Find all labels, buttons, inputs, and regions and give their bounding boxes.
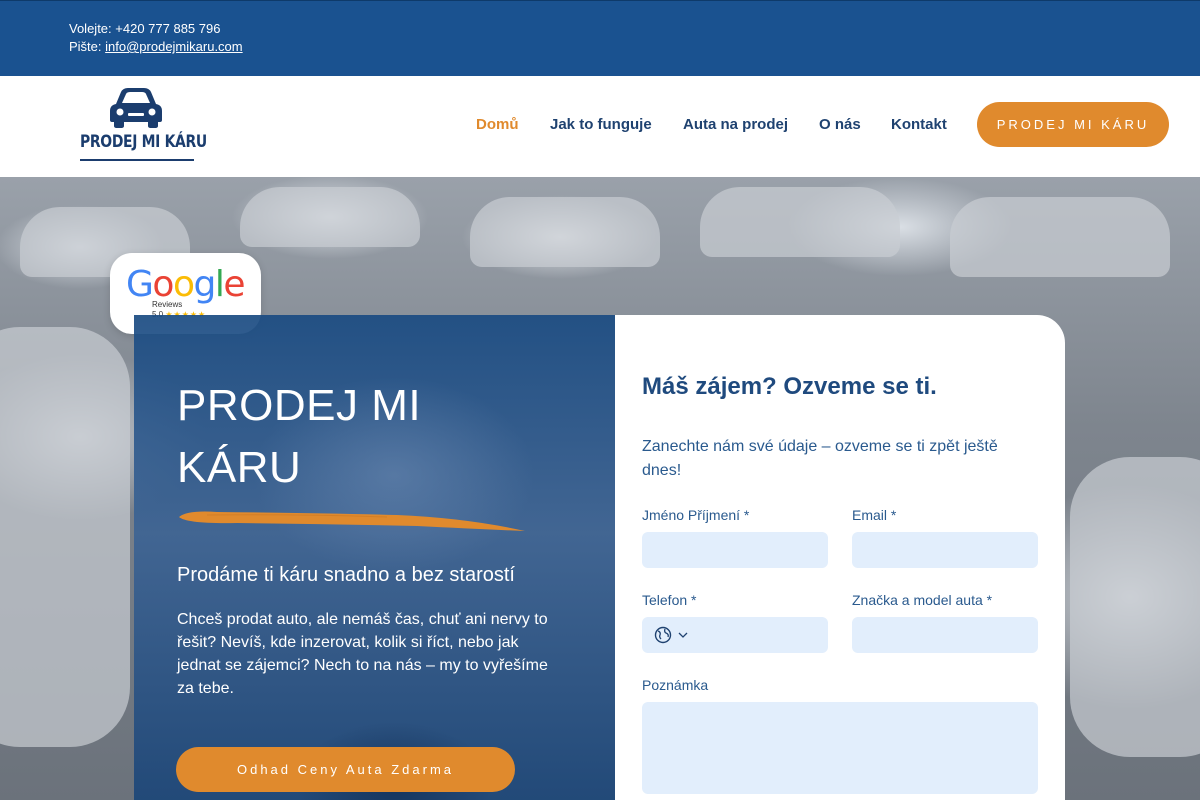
email-link[interactable]: info@prodejmikaru.com [105,39,242,54]
country-selector[interactable] [654,617,688,653]
car-price-estimate-button[interactable]: Odhad Ceny Auta Zdarma [176,747,515,792]
top-info-bar: Volejte: +420 777 885 796 Pište: info@pr… [0,0,1200,76]
site-logo[interactable]: PRODEJ MI KÁRU [80,86,207,164]
form-description: Zanechte nám své údaje – ozveme se ti zp… [642,438,998,479]
phone-input[interactable] [642,617,828,653]
car-icon [110,88,162,128]
google-logo: Google [126,264,245,305]
email-input[interactable] [852,532,1038,568]
form-title: Máš zájem? Ozveme se ti. [642,373,937,400]
bg-car [0,327,130,747]
bg-car [470,197,660,267]
name-label: Jméno Příjmení * [642,507,750,523]
car-model-input[interactable] [852,617,1038,653]
nav-item-contact[interactable]: Kontakt [891,116,947,133]
name-input[interactable] [642,532,828,568]
email-line: Pište: info@prodejmikaru.com [69,39,243,54]
note-textarea[interactable] [642,702,1038,794]
nav-item-about[interactable]: O nás [819,116,861,133]
car-model-label: Značka a model auta * [852,592,993,608]
email-label: Pište: [69,39,102,54]
bg-car [950,197,1170,277]
nav-item-how-it-works[interactable]: Jak to funguje [550,116,652,133]
hero-description: Chceš prodat auto, ale nemáš čas, chuť a… [177,611,548,697]
nav-item-home[interactable]: Domů [476,116,519,133]
google-reviews-label: Reviews [152,300,183,309]
phone-label: Telefon * [642,592,697,608]
bg-car [700,187,900,257]
nav-item-cars-for-sale[interactable]: Auta na prodej [683,116,788,133]
main-navigation: PRODEJ MI KÁRU Domů Jak to funguje Auta … [0,76,1200,177]
phone-label: Volejte: [69,21,112,36]
sell-my-car-button[interactable]: PRODEJ MI KÁRU [977,102,1169,147]
hero-subtitle: Prodáme ti káru snadno a bez starostí [177,564,515,586]
hero-title: PRODEJ MI KÁRU [177,381,422,492]
hero-panel: PRODEJ MI KÁRU Prodáme ti káru snadno a … [134,315,615,800]
note-label: Poznámka [642,677,709,693]
bg-car [240,187,420,247]
chevron-down-icon [678,632,688,638]
bg-car [1070,457,1200,757]
phone-number[interactable]: +420 777 885 796 [115,21,220,36]
phone-line: Volejte: +420 777 885 796 [69,21,220,36]
email-label: Email * [852,507,897,523]
contact-form-panel: Máš zájem? Ozveme se ti. Zanechte nám sv… [615,315,1065,800]
logo-underline [80,159,194,161]
globe-icon [654,626,672,644]
logo-text: PRODEJ MI KÁRU [80,132,207,152]
brush-stroke-decoration [179,511,525,531]
